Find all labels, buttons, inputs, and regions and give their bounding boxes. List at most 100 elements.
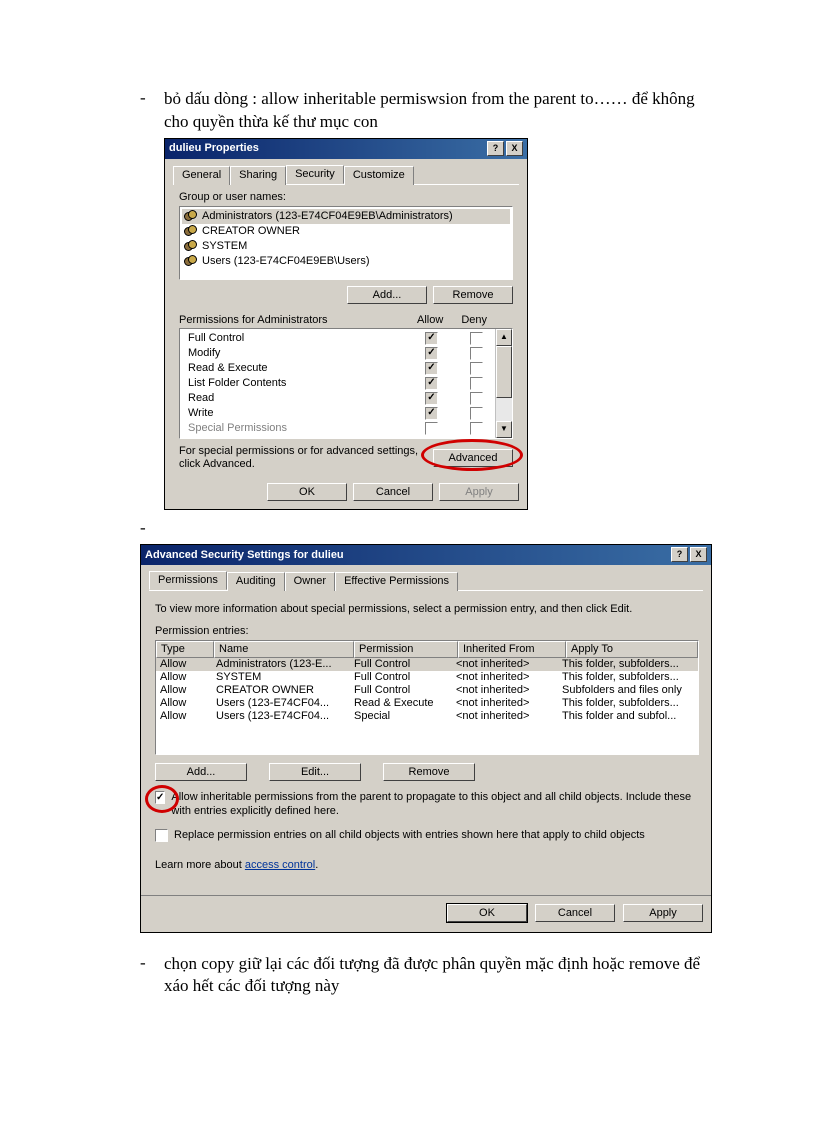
bullet-text: bỏ dấu dòng : allow inheritable permisws… (164, 88, 716, 134)
perm-header: Permissions for Administrators Allow Den… (179, 314, 513, 326)
inherit-checkbox[interactable] (155, 791, 165, 804)
group-label: Group or user names: (179, 191, 513, 203)
allow-checkbox[interactable] (425, 332, 438, 345)
ok-button[interactable]: OK (267, 483, 347, 501)
perm-row: List Folder Contents (182, 376, 493, 391)
scroll-up-icon[interactable]: ▲ (496, 329, 512, 346)
list-item[interactable]: Users (123-E74CF04E9EB\Users) (182, 254, 510, 269)
edit-button[interactable]: Edit... (269, 763, 361, 781)
table-body: AllowAdministrators (123-E...Full Contro… (156, 658, 698, 754)
inherit-check-row: Allow inheritable permissions from the p… (155, 791, 697, 819)
info-text: To view more information about special p… (155, 603, 697, 615)
tab-effective[interactable]: Effective Permissions (335, 572, 458, 591)
tab-general[interactable]: General (173, 166, 230, 185)
group-listbox[interactable]: Administrators (123-E74CF04E9EB\Administ… (179, 206, 513, 280)
deny-checkbox[interactable] (470, 347, 483, 360)
advanced-row: For special permissions or for advanced … (179, 445, 513, 471)
bullet-item: - bỏ dấu dòng : allow inheritable permis… (140, 88, 716, 134)
lone-dash: - (140, 518, 716, 538)
remove-button[interactable]: Remove (433, 286, 513, 304)
bullet-dash: - (140, 88, 164, 108)
titlebar-buttons: ? X (487, 141, 523, 156)
help-button[interactable]: ? (671, 547, 688, 562)
list-item[interactable]: SYSTEM (182, 239, 510, 254)
allow-checkbox[interactable] (425, 347, 438, 360)
inherit-label: Allow inheritable permissions from the p… (171, 791, 697, 819)
tab-permissions[interactable]: Permissions (149, 571, 227, 590)
advanced-text: For special permissions or for advanced … (179, 445, 425, 471)
allow-label: Allow (417, 314, 443, 326)
table-row[interactable]: AllowUsers (123-E74CF04...Read & Execute… (156, 697, 698, 710)
deny-label: Deny (461, 314, 487, 326)
apply-button[interactable]: Apply (623, 904, 703, 922)
deny-checkbox[interactable] (470, 407, 483, 420)
help-button[interactable]: ? (487, 141, 504, 156)
close-button[interactable]: X (690, 547, 707, 562)
bullet-item: - chọn copy giữ lại các đối tượng đã đượ… (140, 953, 716, 999)
scrollbar[interactable]: ▲ ▼ (495, 329, 512, 438)
list-item[interactable]: CREATOR OWNER (182, 224, 510, 239)
list-item[interactable]: Administrators (123-E74CF04E9EB\Administ… (182, 209, 510, 224)
bullet-text: chọn copy giữ lại các đối tượng đã được … (164, 953, 716, 999)
advanced-button[interactable]: Advanced (433, 449, 513, 467)
perm-grid: Full Control Modify Read & Execute List … (179, 328, 513, 439)
table-row[interactable]: AllowAdministrators (123-E...Full Contro… (156, 658, 698, 671)
deny-checkbox[interactable] (470, 362, 483, 375)
tab-owner[interactable]: Owner (285, 572, 335, 591)
properties-dialog: dulieu Properties ? X General Sharing Se… (164, 138, 528, 510)
entries-table[interactable]: Type Name Permission Inherited From Appl… (155, 640, 699, 755)
titlebar-buttons: ? X (671, 547, 707, 562)
tab-sharing[interactable]: Sharing (230, 166, 286, 185)
allow-checkbox[interactable] (425, 362, 438, 375)
tab-auditing[interactable]: Auditing (227, 572, 285, 591)
replace-check-row: Replace permission entries on all child … (155, 829, 697, 843)
add-button[interactable]: Add... (347, 286, 427, 304)
close-button[interactable]: X (506, 141, 523, 156)
table-row[interactable]: AllowCREATOR OWNERFull Control<not inher… (156, 684, 698, 697)
deny-checkbox[interactable] (470, 377, 483, 390)
tab-security[interactable]: Security (286, 165, 344, 184)
table-row[interactable]: AllowSYSTEMFull Control<not inherited>Th… (156, 671, 698, 684)
table-header: Type Name Permission Inherited From Appl… (156, 641, 698, 658)
cancel-button[interactable]: Cancel (535, 904, 615, 922)
deny-checkbox[interactable] (470, 392, 483, 405)
tab-customize[interactable]: Customize (344, 166, 414, 185)
deny-checkbox[interactable] (470, 422, 483, 435)
perm-row: Special Permissions (182, 421, 493, 436)
table-row[interactable]: AllowUsers (123-E74CF04...Special<not in… (156, 710, 698, 723)
cancel-button[interactable]: Cancel (353, 483, 433, 501)
replace-label: Replace permission entries on all child … (174, 829, 645, 843)
perm-row: Full Control (182, 331, 493, 346)
remove-button[interactable]: Remove (383, 763, 475, 781)
advanced-security-dialog: Advanced Security Settings for dulieu ? … (140, 544, 712, 932)
group-icon (184, 240, 198, 252)
replace-checkbox[interactable] (155, 829, 168, 842)
titlebar: Advanced Security Settings for dulieu ? … (141, 545, 711, 565)
dialog-title: dulieu Properties (169, 142, 259, 154)
apply-button[interactable]: Apply (439, 483, 519, 501)
learn-more: Learn more about access control. (155, 859, 697, 871)
col-apply[interactable]: Apply To (566, 641, 698, 658)
bullet-dash: - (140, 953, 164, 973)
col-inherited[interactable]: Inherited From (458, 641, 566, 658)
access-control-link[interactable]: access control (245, 859, 315, 871)
deny-checkbox[interactable] (470, 332, 483, 345)
ok-button[interactable]: OK (447, 904, 527, 922)
dialog-title: Advanced Security Settings for dulieu (145, 549, 344, 561)
perm-row: Read & Execute (182, 361, 493, 376)
col-name[interactable]: Name (214, 641, 354, 658)
scroll-down-icon[interactable]: ▼ (496, 421, 512, 438)
group-icon (184, 210, 198, 222)
allow-checkbox[interactable] (425, 407, 438, 420)
entry-buttons: Add... Edit... Remove (155, 763, 697, 781)
tab-body: Group or user names: Administrators (123… (173, 184, 519, 475)
allow-checkbox[interactable] (425, 377, 438, 390)
entries-label: Permission entries: (155, 625, 697, 637)
add-button[interactable]: Add... (155, 763, 247, 781)
scroll-thumb[interactable] (496, 346, 512, 398)
allow-checkbox[interactable] (425, 422, 438, 435)
perm-for-label: Permissions for Administrators (179, 314, 328, 326)
col-type[interactable]: Type (156, 641, 214, 658)
col-permission[interactable]: Permission (354, 641, 458, 658)
allow-checkbox[interactable] (425, 392, 438, 405)
